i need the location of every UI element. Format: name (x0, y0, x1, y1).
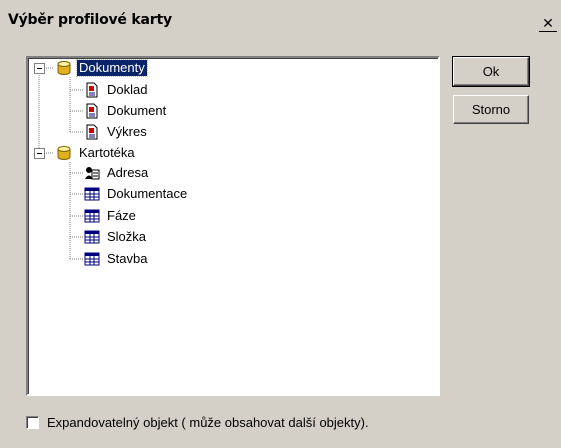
profile-card-dialog: Výběr profilové karty ✕ Dokumenty Doklad… (0, 0, 561, 448)
ok-button[interactable]: Ok (452, 56, 530, 87)
tree-node-adresa[interactable]: Adresa (84, 163, 150, 183)
cancel-button[interactable]: Storno (453, 95, 529, 124)
tree-node-stavba[interactable]: Stavba (84, 249, 149, 269)
table-icon (84, 252, 100, 266)
tree-node-dokument[interactable]: Dokument (84, 101, 168, 121)
title-bar: Výběr profilové karty ✕ (0, 0, 561, 36)
expander-kartoteka[interactable] (34, 148, 45, 159)
dialog-title: Výběr profilové karty (8, 12, 172, 28)
tree-node-label: Doklad (107, 82, 148, 97)
tree-node-doklad[interactable]: Doklad (84, 80, 149, 100)
tree-node-label: Kartotéka (79, 145, 135, 160)
tree-node-label: Dokumenty (76, 59, 148, 77)
tree-node-faze[interactable]: Fáze (84, 206, 138, 226)
tree-node-vykres[interactable]: Výkres (84, 122, 149, 142)
database-icon (57, 146, 71, 160)
document-icon (86, 103, 98, 119)
document-icon (86, 82, 98, 98)
document-icon (86, 124, 98, 140)
table-icon (84, 209, 100, 223)
expandable-object-option: Expandovatelný objekt ( může obsahovat d… (26, 412, 369, 432)
tree-node-label: Dokumentace (107, 186, 188, 201)
profile-tree[interactable]: Dokumenty Doklad Dokument Výkres Kartoté… (26, 56, 440, 396)
database-icon (57, 61, 71, 75)
tree-node-label: Adresa (107, 165, 149, 180)
tree-node-slozka[interactable]: Složka (84, 227, 148, 247)
tree-node-label: Dokument (107, 103, 167, 118)
tree-node-kartoteka[interactable]: Kartotéka (56, 143, 137, 163)
tree-node-label: Výkres (107, 124, 147, 139)
close-icon[interactable]: ✕ (539, 14, 557, 32)
tree-node-label: Stavba (107, 251, 148, 266)
expandable-object-checkbox[interactable] (26, 415, 39, 429)
expandable-object-label[interactable]: Expandovatelný objekt ( může obsahovat d… (47, 415, 369, 430)
address-card-icon (85, 167, 100, 180)
expander-dokumenty[interactable] (34, 63, 45, 74)
tree-node-label: Složka (107, 229, 147, 244)
tree-node-label: Fáze (107, 208, 136, 223)
table-icon (84, 230, 100, 244)
table-icon (84, 187, 100, 201)
tree-node-dokumentace[interactable]: Dokumentace (84, 184, 189, 204)
tree-node-dokumenty[interactable]: Dokumenty (56, 58, 148, 78)
